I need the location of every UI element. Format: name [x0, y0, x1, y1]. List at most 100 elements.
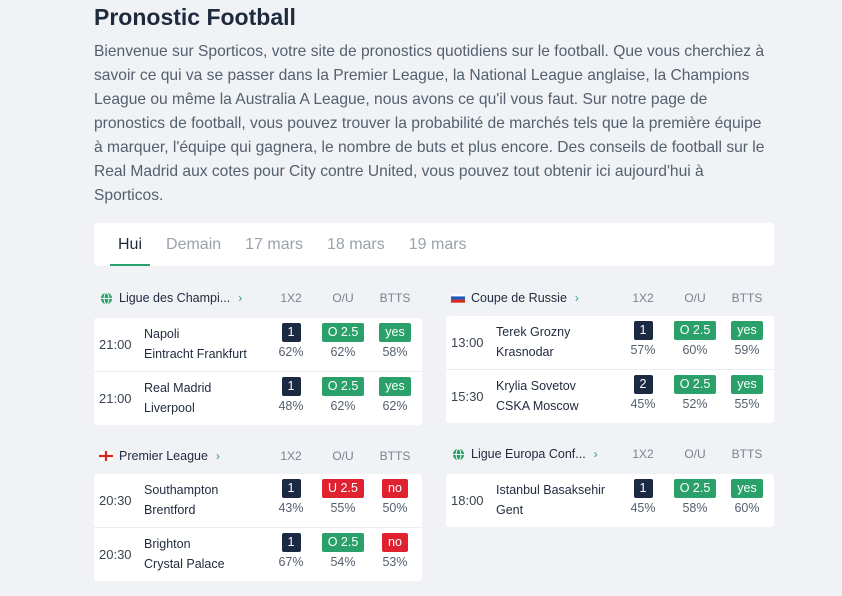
badge-1x2: 1	[633, 479, 653, 498]
away-team: Gent	[496, 502, 524, 517]
prediction-btts: yes 55%	[722, 375, 772, 411]
pct-ou: 54%	[330, 555, 356, 569]
badge-1x2: 1	[281, 479, 301, 498]
prediction-btts: yes 59%	[722, 321, 772, 357]
competition-block: Coupe de Russie › 1X2 O/U BTTS 13:00 Ter…	[446, 285, 774, 423]
pct-btts: 60%	[734, 501, 760, 515]
home-team: Terek Grozny	[496, 325, 571, 339]
prediction-ou: O 2.5 62%	[318, 323, 368, 359]
matches-card: 21:00 Napoli Eintracht Frankfurt 1 62% O…	[94, 318, 422, 425]
col-ou-header: O/U	[684, 447, 706, 461]
matches-card: 13:00 Terek Grozny Krasnodar 1 57% O 2.5…	[446, 316, 774, 423]
col-ou-header: O/U	[332, 291, 354, 305]
pct-1x2: 45%	[630, 501, 656, 515]
match-time: 20:30	[99, 493, 132, 508]
badge-btts: no	[382, 533, 408, 552]
badge-1x2: 1	[281, 323, 301, 342]
badge-ou: O 2.5	[673, 375, 717, 394]
match-row[interactable]: 18:00 Istanbul Basaksehir Gent 1 45% O 2…	[446, 474, 774, 527]
home-team: Real Madrid	[144, 381, 212, 395]
chevron-right-icon: ›	[238, 291, 243, 305]
match-row[interactable]: 20:30 Southampton Brentford 1 43% U 2.5 …	[94, 474, 422, 528]
col-ou-header: O/U	[332, 449, 354, 463]
match-time: 15:30	[451, 389, 484, 404]
prediction-1x2: 1 48%	[266, 377, 316, 413]
matches-card: 20:30 Southampton Brentford 1 43% U 2.5 …	[94, 474, 422, 581]
competition-block: Ligue Europa Conf... › 1X2 O/U BTTS 18:0…	[446, 441, 774, 527]
tab-tomorrow[interactable]: Demain	[158, 223, 229, 266]
competition-block: Ligue des Champi... › 1X2 O/U BTTS 21:00…	[94, 285, 422, 425]
prediction-1x2: 1 62%	[266, 323, 316, 359]
competition-header[interactable]: Ligue Europa Conf... › 1X2 O/U BTTS	[446, 441, 774, 467]
pct-1x2: 45%	[630, 397, 656, 411]
pct-1x2: 43%	[278, 501, 304, 515]
globe-icon	[99, 291, 113, 305]
competition-header[interactable]: Coupe de Russie › 1X2 O/U BTTS	[446, 285, 774, 311]
away-team: Brentford	[144, 502, 196, 517]
prediction-ou: O 2.5 62%	[318, 377, 368, 413]
badge-1x2: 2	[633, 375, 653, 394]
badge-ou: O 2.5	[321, 323, 365, 342]
prediction-1x2: 1 43%	[266, 479, 316, 515]
col-btts-header: BTTS	[731, 291, 763, 305]
pct-ou: 52%	[682, 397, 708, 411]
pct-btts: 50%	[382, 501, 408, 515]
chevron-right-icon: ›	[574, 291, 579, 305]
pct-1x2: 48%	[278, 399, 304, 413]
match-row[interactable]: 13:00 Terek Grozny Krasnodar 1 57% O 2.5…	[446, 316, 774, 370]
home-team: Istanbul Basaksehir	[496, 483, 606, 497]
match-time: 13:00	[451, 335, 484, 350]
match-teams: Real Madrid Liverpool	[144, 379, 211, 418]
competition-name: Ligue Europa Conf...	[471, 447, 586, 461]
pct-1x2: 57%	[630, 343, 656, 357]
matches-card: 18:00 Istanbul Basaksehir Gent 1 45% O 2…	[446, 474, 774, 527]
home-team: Krylia Sovetov	[496, 379, 576, 393]
match-row[interactable]: 21:00 Real Madrid Liverpool 1 48% O 2.5 …	[94, 372, 422, 425]
prediction-btts: yes 60%	[722, 479, 772, 515]
badge-ou: O 2.5	[673, 479, 717, 498]
pct-ou: 55%	[330, 501, 356, 515]
match-time: 21:00	[99, 391, 132, 406]
badge-ou: O 2.5	[673, 321, 717, 340]
competition-name: Coupe de Russie	[471, 291, 567, 305]
globe-icon	[451, 447, 465, 461]
match-row[interactable]: 20:30 Brighton Crystal Palace 1 67% O 2.…	[94, 528, 422, 581]
tab-today[interactable]: Hui	[110, 223, 151, 266]
badge-btts: yes	[731, 321, 763, 340]
match-time: 20:30	[99, 547, 132, 562]
col-btts-header: BTTS	[731, 447, 763, 461]
date-tabs: Hui Demain 17 mars 18 mars 19 mars	[94, 223, 774, 266]
competition-header[interactable]: Premier League › 1X2 O/U BTTS	[94, 443, 422, 469]
tab-17-mars[interactable]: 17 mars	[237, 223, 311, 266]
match-row[interactable]: 21:00 Napoli Eintracht Frankfurt 1 62% O…	[94, 318, 422, 372]
pct-ou: 58%	[682, 501, 708, 515]
prediction-ou: O 2.5 60%	[670, 321, 720, 357]
badge-ou: O 2.5	[321, 533, 365, 552]
prediction-btts: no 50%	[370, 479, 420, 515]
match-time: 21:00	[99, 337, 132, 352]
home-team: Southampton	[144, 483, 219, 497]
match-teams: Terek Grozny Krasnodar	[496, 323, 570, 362]
badge-btts: no	[382, 479, 408, 498]
match-teams: Brighton Crystal Palace	[144, 535, 225, 574]
match-row[interactable]: 15:30 Krylia Sovetov CSKA Moscow 2 45% O…	[446, 370, 774, 423]
prediction-1x2: 1 45%	[618, 479, 668, 515]
prediction-ou: O 2.5 54%	[318, 533, 368, 569]
competition-header[interactable]: Ligue des Champi... › 1X2 O/U BTTS	[94, 285, 422, 311]
away-team: Crystal Palace	[144, 556, 225, 571]
pct-ou: 62%	[330, 345, 356, 359]
tab-18-mars[interactable]: 18 mars	[319, 223, 393, 266]
pct-ou: 60%	[682, 343, 708, 357]
england-flag-icon	[99, 449, 113, 463]
prediction-1x2: 2 45%	[618, 375, 668, 411]
pct-btts: 55%	[734, 397, 760, 411]
prediction-btts: no 53%	[370, 533, 420, 569]
col-1x2-header: 1X2	[632, 447, 654, 461]
intro-paragraph: Bienvenue sur Sporticos, votre site de p…	[94, 43, 765, 204]
tab-19-mars[interactable]: 19 mars	[401, 223, 475, 266]
pct-1x2: 67%	[278, 555, 304, 569]
match-teams: Istanbul Basaksehir Gent	[496, 481, 605, 520]
prediction-1x2: 1 67%	[266, 533, 316, 569]
pct-ou: 62%	[330, 399, 356, 413]
prediction-1x2: 1 57%	[618, 321, 668, 357]
